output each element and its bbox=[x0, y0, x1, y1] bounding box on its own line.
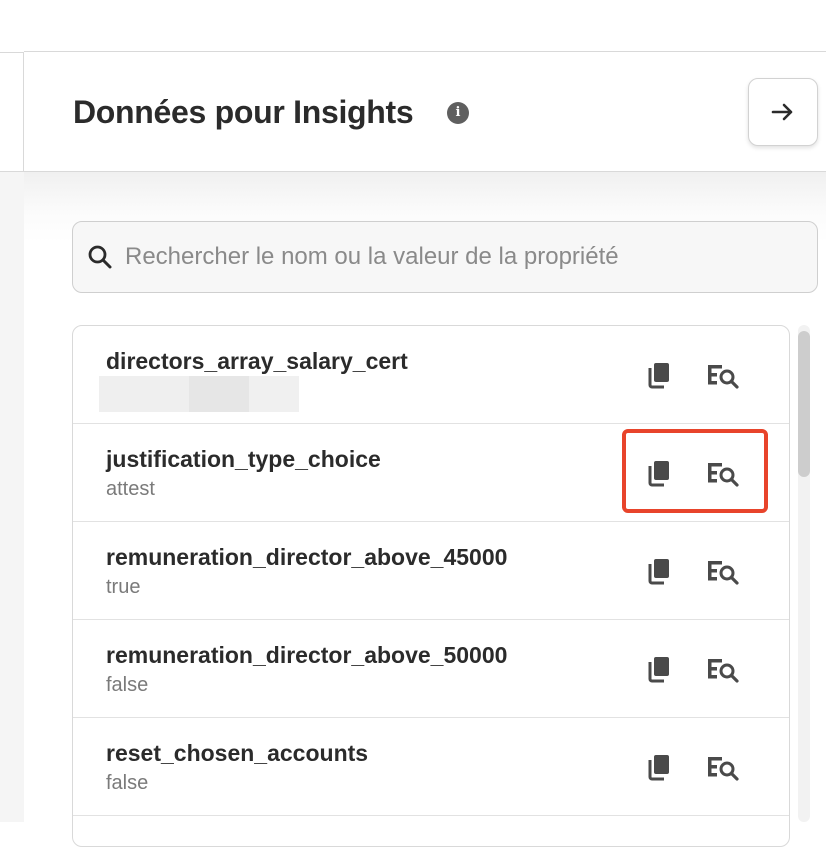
inspect-button[interactable] bbox=[707, 362, 741, 390]
info-icon[interactable]: i bbox=[447, 102, 469, 124]
search-input[interactable] bbox=[123, 236, 807, 278]
property-row: justification_type_choice attest bbox=[73, 424, 789, 522]
inspect-icon bbox=[708, 463, 739, 487]
left-pane bbox=[0, 0, 24, 822]
property-name: reset_chosen_accounts bbox=[106, 740, 369, 766]
inspect-button[interactable] bbox=[707, 656, 741, 684]
copy-button[interactable] bbox=[645, 556, 675, 586]
copy-icon bbox=[648, 363, 669, 389]
property-row: remuneration_director_above_45000 true bbox=[73, 522, 789, 620]
inspect-icon bbox=[708, 659, 739, 683]
redacted-value bbox=[99, 376, 299, 412]
collapse-panel-button[interactable] bbox=[748, 78, 818, 146]
copy-icon bbox=[648, 755, 669, 781]
property-value: attest bbox=[106, 478, 155, 500]
inspect-icon bbox=[708, 757, 739, 781]
inspect-icon bbox=[708, 561, 739, 585]
inspect-button[interactable] bbox=[707, 558, 741, 586]
property-name: remuneration_director_above_50000 bbox=[106, 642, 508, 668]
property-value: false bbox=[106, 674, 149, 696]
copy-button[interactable] bbox=[645, 654, 675, 684]
property-row: reset_chosen_accounts false bbox=[73, 718, 789, 816]
property-row: remuneration_director_above_50000 false bbox=[73, 620, 789, 718]
property-row: directors_array_salary_cert bbox=[73, 326, 789, 424]
search-icon bbox=[88, 245, 112, 269]
property-name: directors_array_salary_cert bbox=[106, 348, 408, 374]
copy-icon bbox=[648, 461, 669, 487]
left-pane-header bbox=[0, 53, 24, 172]
scrollbar-thumb[interactable] bbox=[798, 331, 810, 477]
property-name: justification_type_choice bbox=[106, 446, 381, 472]
property-value: false bbox=[106, 772, 149, 794]
left-pane-body bbox=[0, 172, 24, 822]
copy-button[interactable] bbox=[645, 458, 675, 488]
left-pane-top bbox=[0, 0, 24, 53]
panel-body: directors_array_salary_cert bbox=[24, 172, 826, 847]
insights-panel: Données pour Insights i directors_array_… bbox=[24, 52, 826, 847]
top-bar bbox=[24, 0, 826, 52]
property-name: remuneration_director_above_45000 bbox=[106, 544, 508, 570]
copy-button[interactable] bbox=[645, 752, 675, 782]
copy-icon bbox=[648, 657, 669, 683]
property-list: directors_array_salary_cert justificatio… bbox=[72, 325, 790, 847]
copy-icon bbox=[648, 559, 669, 585]
inspect-button[interactable] bbox=[707, 460, 741, 488]
search-box[interactable] bbox=[72, 221, 818, 293]
panel-header: Données pour Insights i bbox=[24, 52, 826, 172]
inspect-button[interactable] bbox=[707, 754, 741, 782]
list-scrollbar[interactable] bbox=[792, 325, 816, 822]
arrow-right-icon bbox=[771, 103, 793, 121]
copy-button[interactable] bbox=[645, 360, 675, 390]
panel-title: Données pour Insights bbox=[73, 94, 414, 130]
property-value: true bbox=[106, 576, 141, 598]
inspect-icon bbox=[708, 365, 739, 389]
